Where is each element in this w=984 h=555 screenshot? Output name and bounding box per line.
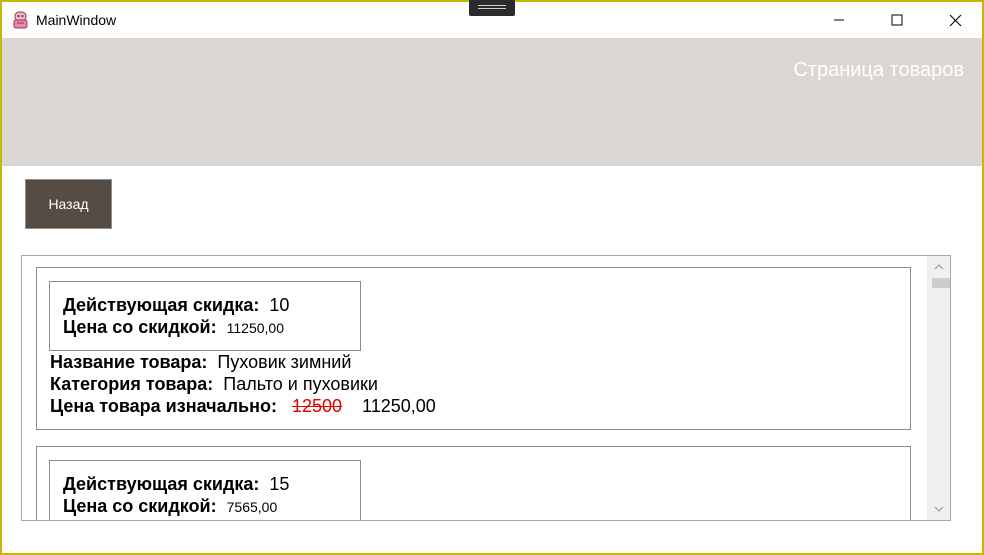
close-button[interactable] [926, 2, 984, 38]
discount-label: Действующая скидка: [63, 474, 260, 494]
product-name-row: Название товара: Пуховик зимний [50, 352, 351, 373]
back-button[interactable]: Назад [25, 179, 112, 229]
product-name-label: Название товара: [50, 352, 208, 372]
product-price-label: Цена товара изначально: [50, 396, 277, 416]
discount-price-value: 11250,00 [226, 320, 284, 336]
maximize-icon [891, 14, 903, 26]
main-window: MainWindow Страница товаров Назад Действ… [0, 0, 984, 555]
discount-value: 15 [269, 474, 290, 494]
discount-row: Действующая скидка: 10 [63, 295, 289, 316]
maximize-button[interactable] [868, 2, 926, 38]
app-icon [13, 11, 28, 29]
scrollbar-thumb[interactable] [932, 278, 950, 288]
discount-label: Действующая скидка: [63, 295, 260, 315]
chevron-down-icon [934, 506, 943, 512]
discount-box: Действующая скидка: 10 Цена со скидкой: … [49, 281, 361, 351]
scroll-up-button[interactable] [927, 258, 950, 276]
discount-price-row: Цена со скидкой: 11250,00 [63, 317, 284, 338]
discount-price-label: Цена со скидкой: [63, 496, 217, 516]
product-category: Пальто и пуховики [223, 374, 378, 394]
minimize-button[interactable] [810, 2, 868, 38]
product-category-label: Категория товара: [50, 374, 214, 394]
discount-row: Действующая скидка: 15 [63, 474, 289, 495]
close-icon [949, 14, 961, 26]
page-title: Страница товаров [793, 59, 964, 81]
scroll-down-button[interactable] [927, 500, 950, 518]
window-title: MainWindow [36, 12, 117, 28]
product-price-row: Цена товара изначально: 12500 11250,00 [50, 396, 436, 417]
final-price: 11250,00 [362, 396, 436, 416]
discount-price-value: 7565,00 [226, 499, 278, 515]
original-price: 12500 [291, 396, 343, 416]
discount-value: 10 [269, 295, 290, 315]
vertical-scrollbar[interactable] [927, 256, 950, 520]
product-card[interactable]: Действующая скидка: 10 Цена со скидкой: … [36, 267, 911, 430]
minimize-icon [834, 19, 844, 21]
discount-price-row: Цена со скидкой: 7565,00 [63, 496, 277, 517]
discount-price-label: Цена со скидкой: [63, 317, 217, 337]
drag-handle[interactable] [469, 0, 515, 16]
page-header: Страница товаров [2, 38, 982, 166]
product-list[interactable]: Действующая скидка: 10 Цена со скидкой: … [21, 255, 951, 521]
title-bar[interactable]: MainWindow [2, 0, 984, 38]
chevron-up-icon [934, 264, 943, 270]
discount-box: Действующая скидка: 15 Цена со скидкой: … [49, 460, 361, 520]
product-name: Пуховик зимний [217, 352, 352, 372]
product-card[interactable]: Действующая скидка: 15 Цена со скидкой: … [36, 446, 911, 520]
product-category-row: Категория товара: Пальто и пуховики [50, 374, 378, 395]
